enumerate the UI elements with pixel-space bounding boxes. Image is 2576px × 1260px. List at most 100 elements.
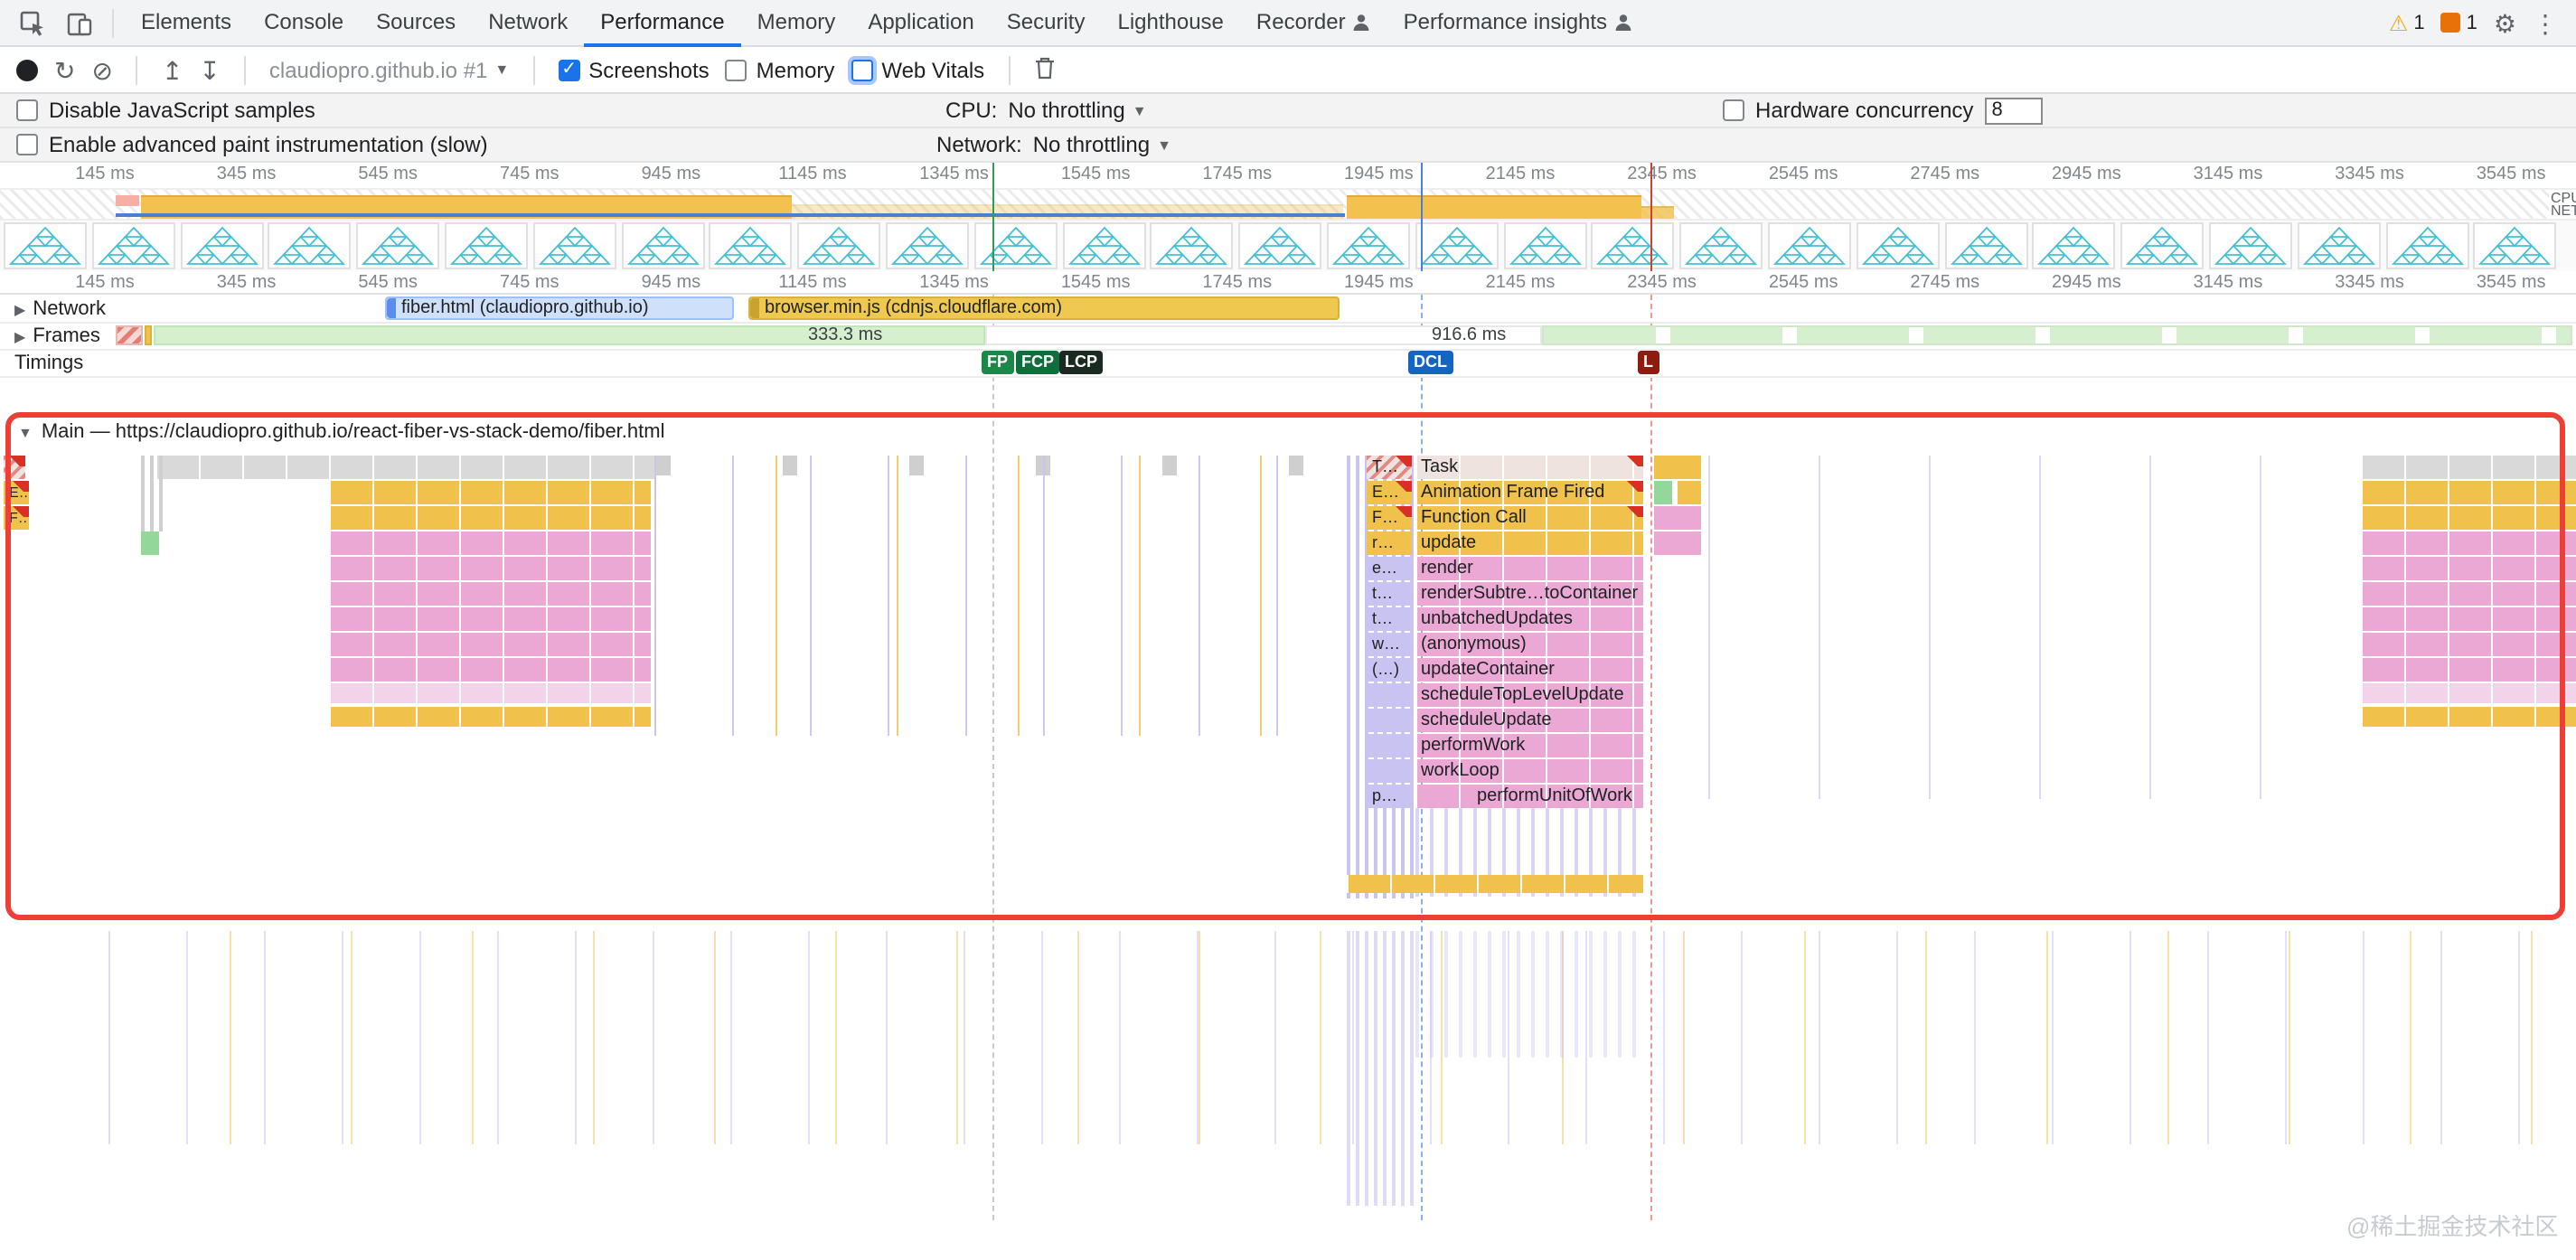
screenshot-thumbnail[interactable] [797, 222, 880, 269]
load-profile-button[interactable]: ↥ [162, 57, 183, 82]
screenshot-thumbnail[interactable] [1768, 222, 1851, 269]
screenshot-thumbnail[interactable] [533, 222, 616, 269]
flame-bar-truncated[interactable]: F… [1367, 506, 1412, 530]
disable-js-samples-checkbox[interactable] [16, 99, 38, 121]
device-toolbar-icon[interactable] [58, 3, 101, 42]
screenshot-thumbnail[interactable] [1944, 222, 2027, 269]
timing-marker-lcp[interactable]: LCP [1059, 351, 1103, 374]
more-options-icon[interactable]: ⋮ [2533, 10, 2558, 35]
tab-application[interactable]: Application [851, 0, 990, 46]
flame-bar--anonymous-[interactable]: (anonymous) [1415, 633, 1643, 656]
inspect-element-icon[interactable] [11, 3, 54, 42]
flame-bar-truncated[interactable]: p… [1367, 785, 1412, 808]
frames-track-label[interactable]: ▶ Frames [14, 325, 100, 347]
screenshot-thumbnail[interactable] [1592, 222, 1675, 269]
cpu-activity-overview[interactable]: CPU NET [0, 188, 2576, 221]
timing-marker-fp[interactable]: FP [982, 351, 1013, 374]
network-request-fiber-html[interactable]: fiber.html (claudiopro.github.io) [385, 296, 734, 320]
flame-bar-workloop[interactable]: workLoop [1415, 759, 1643, 783]
tab-sources[interactable]: Sources [360, 0, 472, 46]
flame-bar-truncated[interactable] [1367, 734, 1412, 757]
screenshot-thumbnail[interactable] [4, 222, 87, 269]
screenshot-thumbnail[interactable] [1151, 222, 1234, 269]
flame-bar-update[interactable]: update [1415, 531, 1643, 555]
screenshot-thumbnail[interactable] [1062, 222, 1145, 269]
record-button[interactable] [16, 59, 38, 80]
screenshot-thumbnail[interactable] [2298, 222, 2381, 269]
frames-sequence[interactable] [1542, 325, 2572, 345]
advanced-paint-checkbox[interactable] [16, 134, 38, 155]
flame-bar-render[interactable]: render [1415, 557, 1643, 580]
tab-recorder[interactable]: Recorder [1240, 0, 1387, 46]
memory-checkbox[interactable] [726, 59, 747, 80]
flame-bar-animation-frame-fired[interactable]: Animation Frame Fired [1415, 481, 1643, 504]
flame-bar-performwork[interactable]: performWork [1415, 734, 1643, 757]
flame-bar-truncated[interactable]: e… [1367, 557, 1412, 580]
screenshot-thumbnail[interactable] [180, 222, 263, 269]
flame-bar-updatecontainer[interactable]: updateContainer [1415, 658, 1643, 682]
tab-lighthouse[interactable]: Lighthouse [1101, 0, 1239, 46]
flame-bar-truncated[interactable] [1367, 759, 1412, 783]
flame-bar-task[interactable]: Task [1415, 456, 1643, 479]
timing-marker-fcp[interactable]: FCP [1016, 351, 1059, 374]
flame-bar-truncated[interactable]: t… [1367, 582, 1412, 606]
screenshot-thumbnail[interactable] [974, 222, 1058, 269]
tab-network[interactable]: Network [472, 0, 584, 46]
screenshot-thumbnail[interactable] [1857, 222, 1940, 269]
screenshot-thumbnail[interactable] [92, 222, 175, 269]
main-track-header[interactable]: ▼ Main — https://claudiopro.github.io/re… [18, 421, 664, 443]
flame-bar-truncated[interactable]: w… [1367, 633, 1412, 656]
screenshot-thumbnail[interactable] [2209, 222, 2292, 269]
flame-bar-rendersubtre-tocontainer[interactable]: renderSubtre…toContainer [1415, 582, 1643, 606]
memory-toggle[interactable]: Memory [726, 57, 835, 82]
hardware-concurrency-checkbox[interactable] [1723, 99, 1744, 121]
screenshots-checkbox[interactable] [558, 59, 579, 80]
flame-bar-performunitofwork[interactable]: performUnitOfWork [1415, 785, 1643, 808]
screenshot-thumbnail[interactable] [2033, 222, 2116, 269]
timeline-overview[interactable]: 145 ms345 ms545 ms745 ms945 ms1145 ms134… [0, 163, 2576, 271]
flame-bar-scheduletoplevelupdate[interactable]: scheduleTopLevelUpdate [1415, 683, 1643, 707]
screenshot-thumbnail[interactable] [2474, 222, 2557, 269]
flame-bar-truncated[interactable]: E… [1367, 481, 1412, 504]
flame-bar-truncated[interactable] [1367, 709, 1412, 732]
screenshot-thumbnail[interactable] [445, 222, 528, 269]
network-track-label[interactable]: ▶ Network [14, 298, 106, 320]
flame-bar-truncated[interactable]: r… [1367, 531, 1412, 555]
screenshot-thumbnail[interactable] [710, 222, 793, 269]
tab-security[interactable]: Security [991, 0, 1102, 46]
tab-performance[interactable]: Performance [584, 0, 740, 46]
profile-history-select[interactable]: claudiopro.github.io #1 ▼ [269, 57, 509, 82]
screenshot-thumbnail[interactable] [1415, 222, 1499, 269]
screenshot-thumbnail[interactable] [356, 222, 439, 269]
screenshot-thumbnail[interactable] [268, 222, 352, 269]
screenshot-thumbnail[interactable] [1238, 222, 1321, 269]
garbage-collect-icon[interactable] [1033, 56, 1055, 83]
screenshot-thumbnail[interactable] [621, 222, 704, 269]
flame-bar-scheduleupdate[interactable]: scheduleUpdate [1415, 709, 1643, 732]
timings-track-label[interactable]: Timings [14, 353, 83, 374]
flame-bar-unbatchedupdates[interactable]: unbatchedUpdates [1415, 607, 1643, 631]
timing-marker-l[interactable]: L [1638, 351, 1659, 374]
hardware-concurrency-input[interactable] [1984, 97, 2042, 124]
flame-bar-function-call[interactable]: Function Call [1415, 506, 1643, 530]
tab-memory[interactable]: Memory [741, 0, 852, 46]
flame-bar-truncated[interactable]: t… [1367, 607, 1412, 631]
tab-console[interactable]: Console [248, 0, 360, 46]
settings-gear-icon[interactable]: ⚙ [2494, 10, 2516, 35]
screenshot-thumbnail[interactable] [2385, 222, 2468, 269]
flame-bar-truncated[interactable]: (…) [1367, 658, 1412, 682]
clear-button[interactable]: ⊘ [91, 57, 112, 82]
flame-bar-truncated[interactable] [1367, 683, 1412, 707]
web-vitals-toggle[interactable]: Web Vitals [851, 57, 984, 82]
cpu-throttling-select[interactable]: No throttling ▼ [1008, 98, 1146, 123]
web-vitals-checkbox[interactable] [851, 59, 872, 80]
warnings-badge[interactable]: ⚠ 1 [2389, 12, 2425, 33]
screenshot-thumbnail[interactable] [1503, 222, 1586, 269]
flame-bar-truncated[interactable]: T… [1367, 456, 1412, 479]
screenshot-thumbnail[interactable] [1679, 222, 1763, 269]
screenshot-thumbnail[interactable] [1327, 222, 1410, 269]
network-request-browser-min-js[interactable]: browser.min.js (cdnjs.cloudflare.com) [748, 296, 1340, 320]
screenshots-toggle[interactable]: Screenshots [558, 57, 709, 82]
save-profile-button[interactable]: ↧ [199, 57, 220, 82]
network-throttling-select[interactable]: No throttling ▼ [1033, 132, 1171, 157]
